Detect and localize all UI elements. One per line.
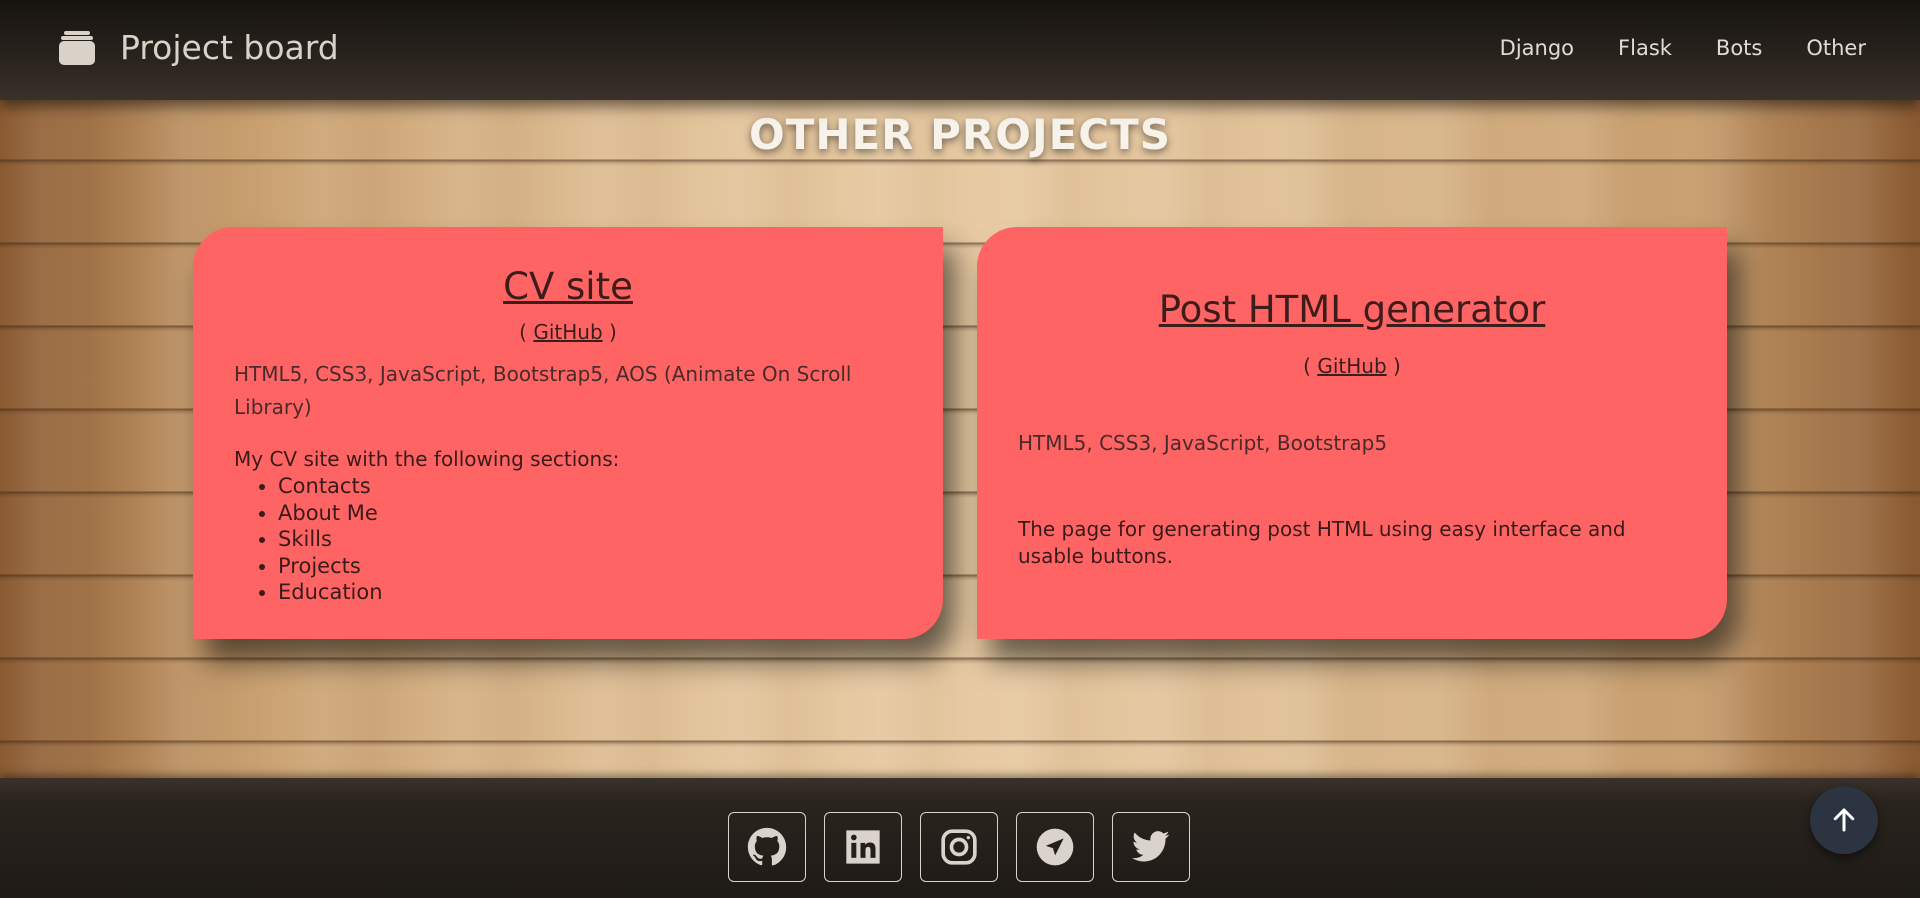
github-line: ( GitHub ) bbox=[193, 320, 943, 344]
instagram-button[interactable] bbox=[920, 812, 998, 882]
github-suffix: ) bbox=[1386, 354, 1401, 378]
github-button[interactable] bbox=[728, 812, 806, 882]
twitter-button[interactable] bbox=[1112, 812, 1190, 882]
card-description: My CV site with the following sections: bbox=[234, 447, 620, 471]
footer bbox=[0, 778, 1920, 898]
github-prefix: ( bbox=[1303, 354, 1318, 378]
navbar: Project board Django Flask Bots Other bbox=[0, 0, 1920, 100]
nav-links: Django Flask Bots Other bbox=[1456, 36, 1866, 60]
telegram-button[interactable] bbox=[1016, 812, 1094, 882]
list-item: Education bbox=[278, 579, 383, 606]
list-item: Contacts bbox=[278, 473, 383, 500]
tech-stack: HTML5, CSS3, JavaScript, Bootstrap5 bbox=[1018, 431, 1388, 455]
sections-list: Contacts About Me Skills Projects Educat… bbox=[234, 473, 383, 606]
list-item: About Me bbox=[278, 500, 383, 527]
page-title: OTHER PROJECTS bbox=[748, 110, 1172, 159]
project-card-cv-site: CV site ( GitHub ) HTML5, CSS3, JavaScri… bbox=[193, 227, 943, 639]
arrow-up-icon bbox=[1833, 808, 1855, 832]
github-icon bbox=[747, 827, 787, 866]
brand-label: Project board bbox=[120, 28, 339, 67]
social-links bbox=[728, 812, 1208, 882]
stack-icon bbox=[59, 30, 95, 65]
linkedin-button[interactable] bbox=[824, 812, 902, 882]
nav-link-bots[interactable]: Bots bbox=[1716, 36, 1762, 60]
card-description: The page for generating post HTML using … bbox=[1018, 517, 1626, 568]
github-line: ( GitHub ) bbox=[977, 354, 1727, 378]
twitter-icon bbox=[1132, 831, 1170, 862]
github-link[interactable]: GitHub bbox=[1317, 354, 1386, 378]
nav-link-django[interactable]: Django bbox=[1500, 36, 1574, 60]
scroll-to-top-button[interactable] bbox=[1810, 786, 1878, 854]
github-suffix: ) bbox=[602, 320, 617, 344]
github-link[interactable]: GitHub bbox=[533, 320, 602, 344]
list-item: Projects bbox=[278, 553, 383, 580]
linkedin-icon bbox=[846, 830, 880, 864]
tech-stack: HTML5, CSS3, JavaScript, Bootstrap5, AOS… bbox=[234, 362, 852, 419]
brand-link[interactable]: Project board bbox=[58, 28, 339, 67]
list-item: Skills bbox=[278, 526, 383, 553]
nav-link-other[interactable]: Other bbox=[1806, 36, 1866, 60]
instagram-icon bbox=[941, 829, 977, 865]
telegram-icon bbox=[1036, 828, 1074, 866]
nav-link-flask[interactable]: Flask bbox=[1618, 36, 1672, 60]
card-title-link[interactable]: Post HTML generator bbox=[977, 288, 1727, 331]
project-card-post-html-generator: Post HTML generator ( GitHub ) HTML5, CS… bbox=[977, 227, 1727, 639]
github-prefix: ( bbox=[519, 320, 534, 344]
card-title-link[interactable]: CV site bbox=[193, 265, 943, 308]
